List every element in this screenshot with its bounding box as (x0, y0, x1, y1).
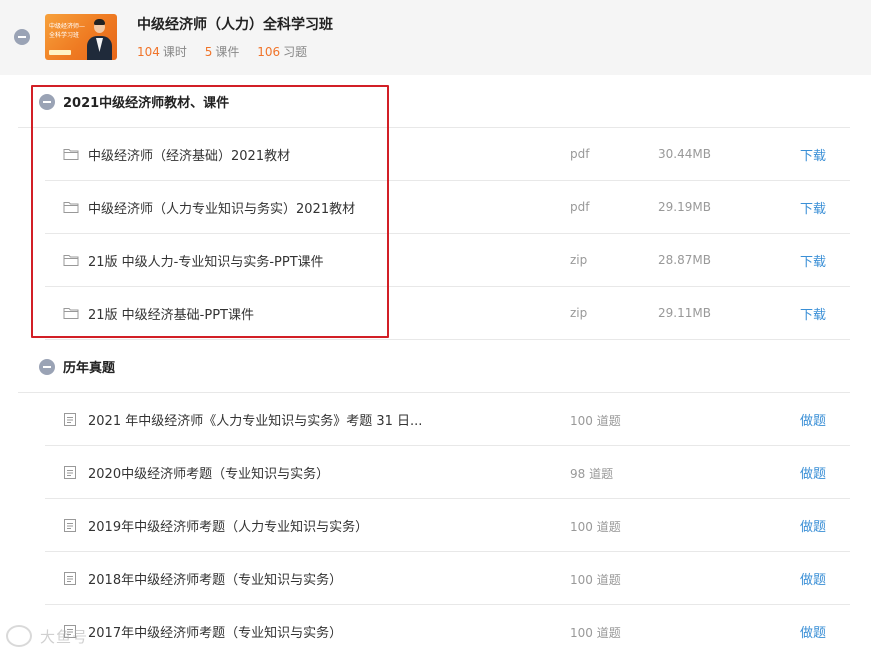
course-title[interactable]: 中级经济师（人力）全科学习班 (137, 14, 333, 34)
document-icon (64, 572, 76, 585)
watermark-logo-icon (6, 625, 32, 647)
do-exercise-link[interactable]: 做题 (800, 410, 826, 429)
exam-row[interactable]: 2018年中级经济师考题（专业知识与实务） 100 道题 做题 (45, 552, 850, 605)
highlight-annotation-box (31, 85, 389, 338)
file-size: 29.11MB (658, 306, 711, 320)
stat-courseware: 5 课件 (205, 43, 240, 60)
exam-name: 2020中级经济师考题（专业知识与实务） (88, 467, 330, 482)
stat-lessons-value: 104 (137, 45, 160, 59)
stat-lessons-unit: 课时 (162, 45, 187, 59)
exam-name: 2017年中级经济师考题（专业知识与实务） (88, 626, 343, 641)
thumbnail-text-line2: 全科学习班 (49, 32, 80, 39)
file-type: zip (570, 253, 588, 267)
file-type: pdf (570, 147, 590, 161)
file-size: 29.19MB (658, 200, 711, 214)
watermark-text: 大鱼号 (40, 628, 89, 646)
do-exercise-link[interactable]: 做题 (800, 622, 826, 641)
download-link[interactable]: 下载 (800, 251, 826, 270)
file-size: 30.44MB (658, 147, 711, 161)
file-type: pdf (570, 200, 590, 214)
exam-name: 2021 年中级经济师《人力专业知识与实务》考题 31 日... (88, 414, 423, 429)
stat-lessons: 104 课时 (137, 43, 187, 60)
exam-name: 2018年中级经济师考题（专业知识与实务） (88, 573, 343, 588)
stat-exercises-unit: 习题 (283, 45, 308, 59)
exam-row[interactable]: 2020中级经济师考题（专业知识与实务） 98 道题 做题 (45, 446, 850, 499)
document-icon (64, 413, 76, 426)
exam-row[interactable]: 2017年中级经济师考题（专业知识与实务） 100 道题 做题 (45, 605, 850, 652)
stat-exercises: 106 习题 (257, 43, 307, 60)
question-count: 100 道题 (570, 520, 621, 534)
question-count: 98 道题 (570, 467, 614, 481)
file-type: zip (570, 306, 588, 320)
stat-courseware-value: 5 (204, 45, 213, 59)
do-exercise-link[interactable]: 做题 (800, 463, 826, 482)
question-count: 100 道题 (570, 626, 621, 640)
download-link[interactable]: 下载 (800, 198, 826, 217)
file-size: 28.87MB (658, 253, 711, 267)
watermark: 大鱼号 (4, 623, 124, 649)
collapse-minus-icon[interactable] (14, 29, 30, 45)
teacher-hair (94, 19, 105, 25)
course-stats: 104 课时 5 课件 106 习题 (137, 43, 321, 60)
collapse-minus-icon[interactable] (39, 359, 55, 375)
question-count: 100 道题 (570, 414, 621, 428)
stat-exercises-value: 106 (257, 45, 281, 59)
download-link[interactable]: 下载 (800, 304, 826, 323)
course-thumbnail[interactable]: 中级经济师— 全科学习班 (45, 14, 117, 60)
document-icon (64, 466, 76, 479)
thumbnail-text-line1: 中级经济师— (49, 23, 86, 30)
download-link[interactable]: 下载 (800, 145, 826, 164)
exam-row[interactable]: 2019年中级经济师考题（人力专业知识与实务） 100 道题 做题 (45, 499, 850, 552)
do-exercise-link[interactable]: 做题 (800, 569, 826, 588)
course-header: 中级经济师— 全科学习班 中级经济师（人力）全科学习班 104 课时 5 课件 10… (0, 0, 871, 75)
stat-courseware-unit: 课件 (215, 45, 240, 59)
section-title: 历年真题 (63, 361, 116, 376)
exam-name: 2019年中级经济师考题（人力专业知识与实务） (88, 520, 369, 535)
section-header-past-exams[interactable]: 历年真题 (18, 340, 850, 393)
exam-row[interactable]: 2021 年中级经济师《人力专业知识与实务》考题 31 日... 100 道题 … (45, 393, 850, 446)
document-icon (64, 519, 76, 532)
thumbnail-tag (49, 50, 71, 55)
do-exercise-link[interactable]: 做题 (800, 516, 826, 535)
question-count: 100 道题 (570, 573, 621, 587)
